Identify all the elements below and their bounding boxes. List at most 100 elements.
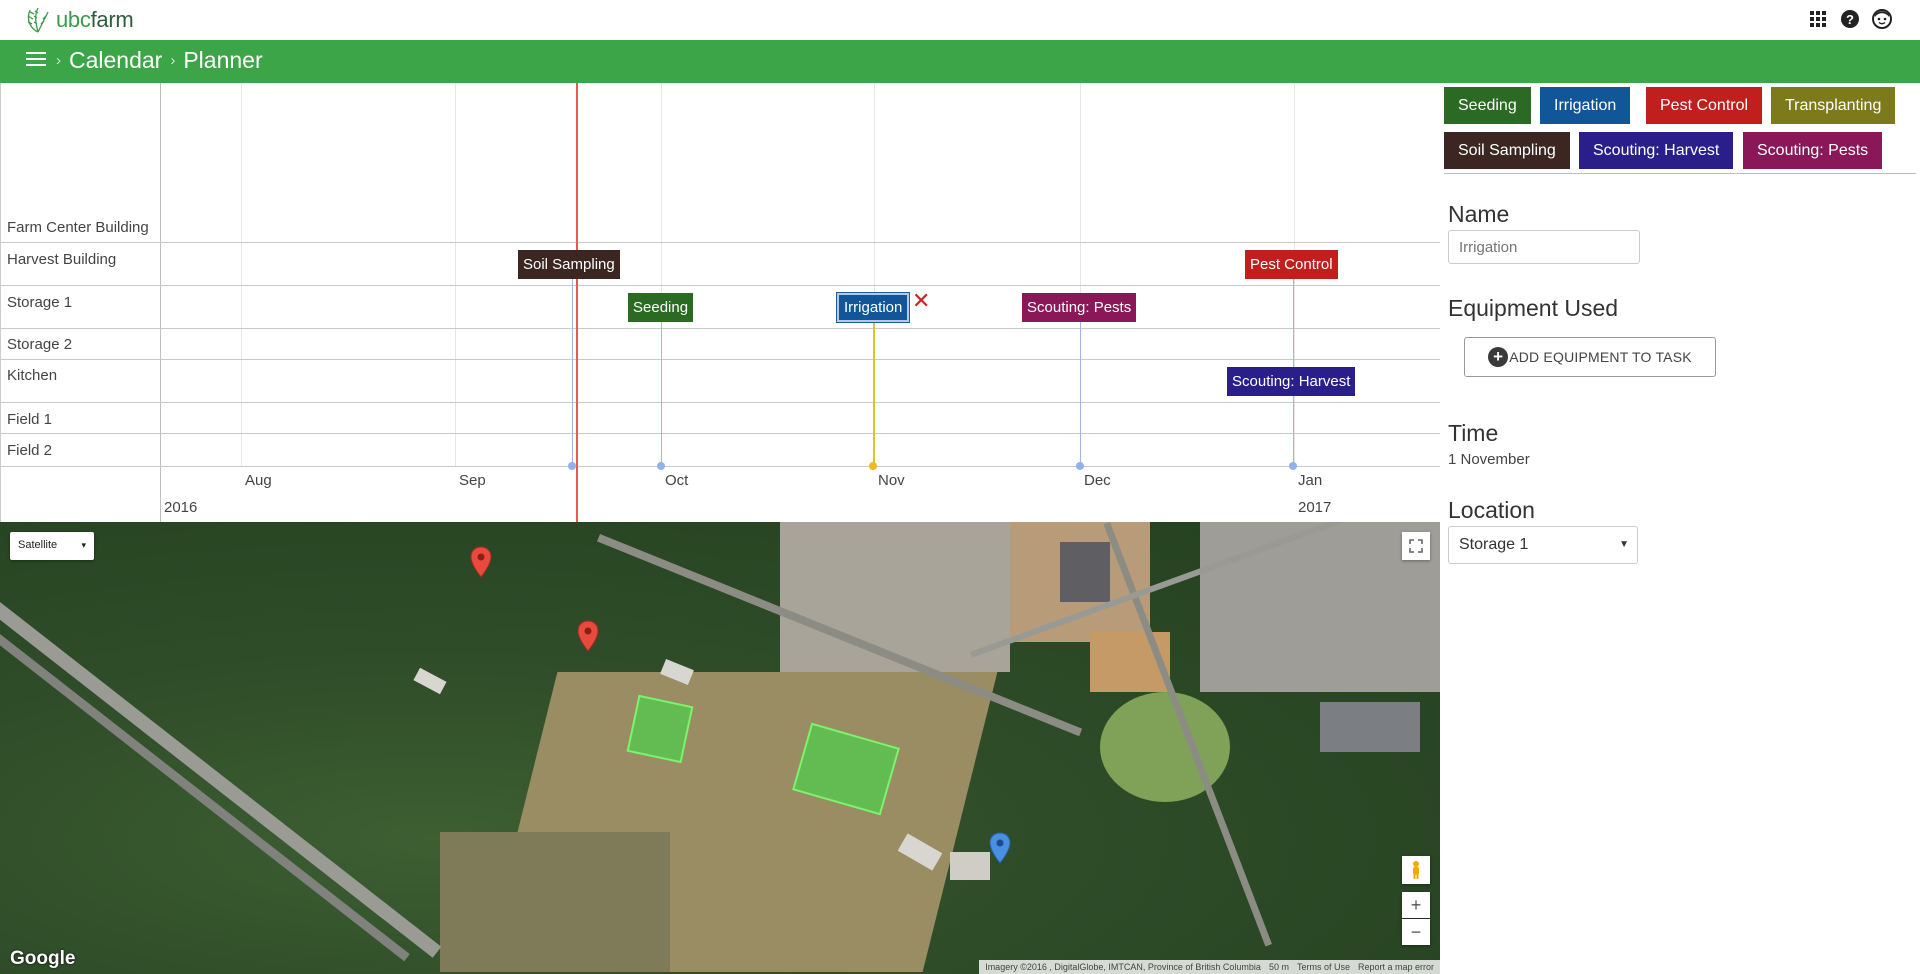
brand-suffix: farm [90, 7, 134, 32]
row-divider [1, 359, 1440, 360]
year-label: 2016 [164, 499, 198, 516]
month-label: Sep [459, 472, 486, 489]
row-label-kitchen: Kitchen [7, 367, 58, 384]
help-icon[interactable]: ? [1840, 9, 1860, 29]
row-label-farm-center: Farm Center Building [7, 219, 149, 236]
red-map-pin-icon[interactable] [577, 620, 599, 652]
timeline-dot-selected[interactable] [869, 462, 877, 470]
name-label: Name [1448, 201, 1510, 227]
row-label-storage-2: Storage 2 [7, 336, 73, 353]
highway [0, 634, 410, 962]
timeline-dot[interactable] [1289, 462, 1297, 470]
brand-prefix: ubc [56, 7, 91, 32]
add-equipment-button[interactable]: + ADD EQUIPMENT TO TASK [1464, 337, 1716, 377]
legend-scouting-pests[interactable]: Scouting: Pests [1743, 132, 1883, 169]
task-connector [572, 264, 573, 466]
terms-link[interactable]: Terms of Use [1297, 962, 1350, 972]
today-marker [576, 83, 578, 522]
task-irrigation[interactable]: Irrigation [837, 293, 910, 322]
user-avatar-icon[interactable] [1872, 9, 1892, 29]
row-divider [1, 402, 1440, 403]
breadcrumb-planner[interactable]: Planner [183, 47, 262, 74]
highway [0, 602, 442, 958]
grid-line [241, 83, 242, 466]
legend-pest-control[interactable]: Pest Control [1646, 87, 1763, 124]
row-divider [1, 433, 1440, 434]
legend-soil-sampling[interactable]: Soil Sampling [1444, 132, 1570, 169]
timeline-dot[interactable] [657, 462, 665, 470]
timeline-dot[interactable] [1076, 462, 1084, 470]
report-error-link[interactable]: Report a map error [1358, 962, 1434, 972]
row-divider [1, 328, 1440, 329]
apps-grid-icon[interactable] [1808, 9, 1828, 29]
add-equipment-label: ADD EQUIPMENT TO TASK [1509, 349, 1692, 365]
building [1320, 702, 1420, 752]
zoom-in-button[interactable]: + [1402, 892, 1430, 918]
fullscreen-icon[interactable] [1402, 532, 1430, 560]
task-scouting-harvest[interactable]: Scouting: Harvest [1227, 367, 1356, 396]
field-boundary[interactable] [626, 694, 694, 764]
satellite-map[interactable]: Satellite ▾ + − Google Imagery ©2016 , D… [0, 522, 1440, 974]
building [950, 852, 990, 880]
breadcrumb: › Calendar › Planner [56, 47, 263, 74]
year-label: 2017 [1298, 499, 1332, 516]
month-label: Aug [245, 472, 272, 489]
map-type-value: Satellite [18, 539, 58, 551]
task-scouting-pests[interactable]: Scouting: Pests [1022, 293, 1137, 322]
grid-line [455, 83, 456, 466]
zoom-out-button[interactable]: − [1402, 919, 1430, 945]
leaf-logo-icon [27, 7, 49, 33]
delete-task-icon[interactable]: ✕ [912, 288, 930, 314]
farm-fields [440, 832, 670, 972]
google-logo: Google [10, 948, 76, 969]
breadcrumb-calendar[interactable]: Calendar [69, 47, 162, 74]
map-attribution: Imagery ©2016 , DigitalGlobe, IMTCAN, Pr… [979, 960, 1440, 974]
selected-task-connector [873, 307, 875, 466]
map-type-select[interactable]: Satellite ▾ [10, 532, 94, 560]
task-connector [1293, 264, 1294, 466]
label-column-divider [160, 83, 161, 522]
legend-transplanting[interactable]: Transplanting [1771, 87, 1896, 124]
ubcfarm-logo[interactable]: ubcfarm [22, 4, 134, 36]
location-label: Location [1448, 497, 1535, 523]
equipment-label: Equipment Used [1448, 295, 1619, 321]
building [1060, 542, 1110, 602]
chevron-right-icon: › [56, 52, 61, 69]
map-scale: 50 m [1268, 962, 1289, 972]
task-seeding[interactable]: Seeding [628, 293, 694, 322]
month-label: Oct [665, 472, 689, 489]
red-map-pin-icon[interactable] [470, 546, 492, 578]
row-label-field-2: Field 2 [7, 442, 53, 459]
hamburger-menu-icon[interactable] [26, 52, 46, 70]
legend-seeding[interactable]: Seeding [1444, 87, 1531, 124]
task-name-input[interactable] [1448, 230, 1640, 264]
location-select[interactable]: Storage 1 ▼ [1448, 526, 1638, 564]
chevron-right-icon: › [170, 52, 176, 69]
row-divider [1, 242, 1440, 243]
time-label: Time [1448, 420, 1499, 446]
legend-irrigation[interactable]: Irrigation [1540, 87, 1631, 124]
header-bar: › Calendar › Planner [0, 40, 1920, 83]
task-soil-sampling[interactable]: Soil Sampling [518, 250, 620, 279]
svg-text:?: ? [1846, 12, 1854, 27]
month-label: Dec [1084, 472, 1111, 489]
task-pest-control[interactable]: Pest Control [1245, 250, 1338, 279]
row-label-storage-1: Storage 1 [7, 294, 73, 311]
axis-line [1, 466, 1440, 467]
timeline-dot[interactable] [568, 462, 576, 470]
imagery-credit: Imagery ©2016 , DigitalGlobe, IMTCAN, Pr… [985, 962, 1261, 972]
task-detail-panel: Seeding Irrigation Pest Control Transpla… [1440, 83, 1920, 974]
caret-down-icon: ▾ [81, 540, 86, 550]
building [413, 667, 447, 695]
legend-scouting-harvest[interactable]: Scouting: Harvest [1579, 132, 1734, 169]
caret-down-icon: ▼ [1619, 539, 1629, 550]
planner-timeline: Farm Center Building Harvest Building St… [0, 83, 1440, 522]
street-view-pegman-icon[interactable] [1402, 856, 1430, 884]
row-label-harvest-building: Harvest Building [7, 251, 117, 268]
month-label: Nov [878, 472, 905, 489]
divider [1444, 173, 1916, 174]
task-connector [1080, 307, 1081, 466]
location-value: Storage 1 [1459, 536, 1529, 553]
blue-map-pin-icon[interactable] [989, 832, 1011, 864]
plus-circle-icon: + [1488, 347, 1509, 367]
